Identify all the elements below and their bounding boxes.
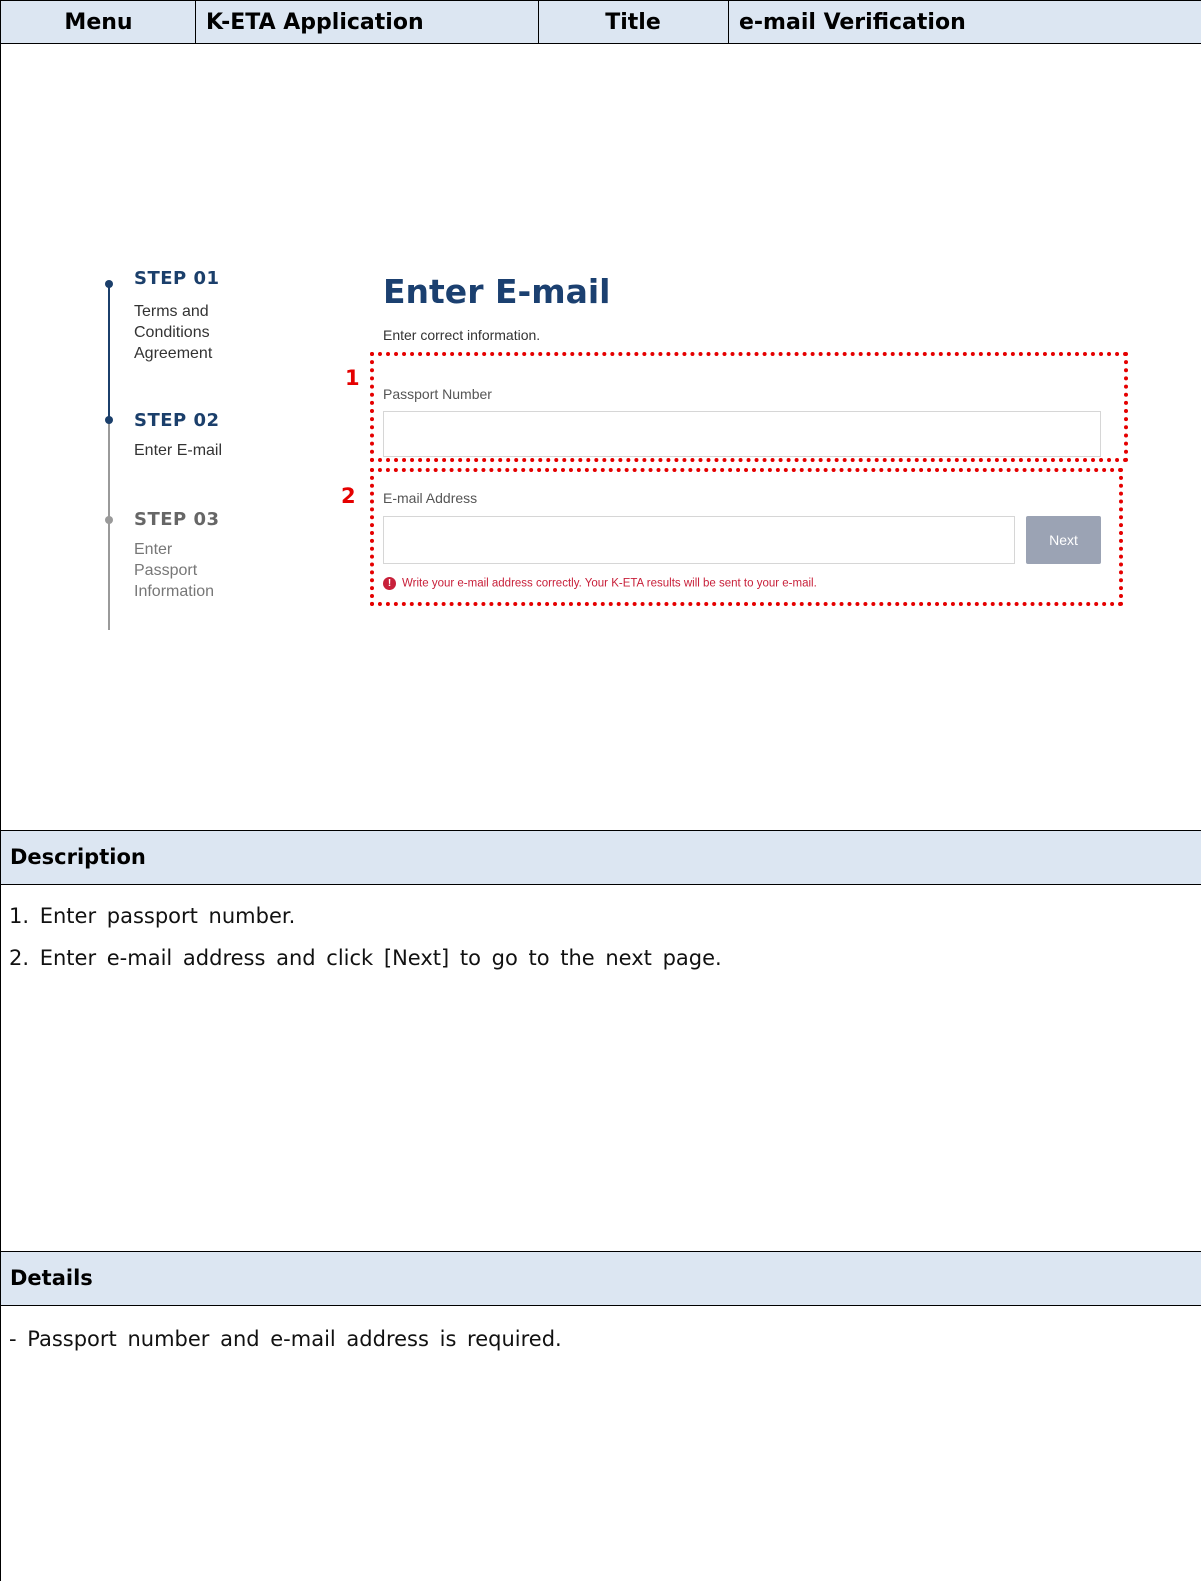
details-item-1: - Passport number and e-mail address is … bbox=[9, 1327, 562, 1351]
page-subtitle: Enter correct information. bbox=[383, 327, 541, 343]
divider bbox=[195, 1, 196, 44]
step-02-title: STEP 02 bbox=[134, 410, 220, 431]
step-01-label: Terms and Conditions Agreement bbox=[134, 303, 213, 362]
email-address-label: E-mail Address bbox=[383, 490, 478, 506]
spec-sheet: Menu K-ETA Application Title e-mail Veri… bbox=[0, 0, 1201, 1581]
passport-number-input[interactable] bbox=[383, 411, 1101, 457]
step-03-title: STEP 03 bbox=[134, 509, 220, 530]
email-warning-text: Write your e-mail address correctly. You… bbox=[402, 577, 817, 590]
step-02-label: Enter E-mail bbox=[134, 442, 223, 459]
divider bbox=[728, 1, 729, 44]
menu-label: Menu bbox=[64, 10, 133, 35]
description-label: Description bbox=[10, 845, 146, 869]
step-01-title: STEP 01 bbox=[134, 268, 220, 289]
stepper-line-active bbox=[108, 282, 110, 420]
step-03-label: Enter Passport Information bbox=[134, 541, 215, 600]
annotation-marker-1: 1 bbox=[345, 366, 360, 390]
annotation-marker-2: 2 bbox=[341, 484, 356, 508]
next-button[interactable]: Next bbox=[1026, 516, 1101, 564]
warning-icon: ! bbox=[383, 577, 396, 590]
stepper-line-inactive bbox=[108, 420, 110, 630]
page-title: Enter E-mail bbox=[383, 272, 611, 311]
header-row: Menu K-ETA Application Title e-mail Veri… bbox=[1, 0, 1201, 44]
passport-number-label: Passport Number bbox=[383, 386, 492, 402]
description-header: Description bbox=[1, 830, 1201, 885]
title-label: Title bbox=[605, 10, 661, 35]
email-address-input[interactable] bbox=[383, 516, 1015, 564]
description-item-2: 2. Enter e-mail address and click [Next]… bbox=[9, 946, 722, 970]
description-item-1: 1. Enter passport number. bbox=[9, 904, 296, 928]
email-warning: ! Write your e-mail address correctly. Yo… bbox=[383, 577, 817, 590]
step-03-dot bbox=[105, 516, 113, 524]
screen-mockup: STEP 01 Terms and Conditions Agreement S… bbox=[1, 44, 1201, 830]
title-value: e-mail Verification bbox=[739, 10, 966, 35]
step-02-dot bbox=[105, 416, 113, 424]
details-header: Details bbox=[1, 1251, 1201, 1306]
menu-value: K-ETA Application bbox=[206, 10, 424, 35]
details-label: Details bbox=[10, 1266, 93, 1290]
step-01-dot bbox=[105, 280, 113, 288]
